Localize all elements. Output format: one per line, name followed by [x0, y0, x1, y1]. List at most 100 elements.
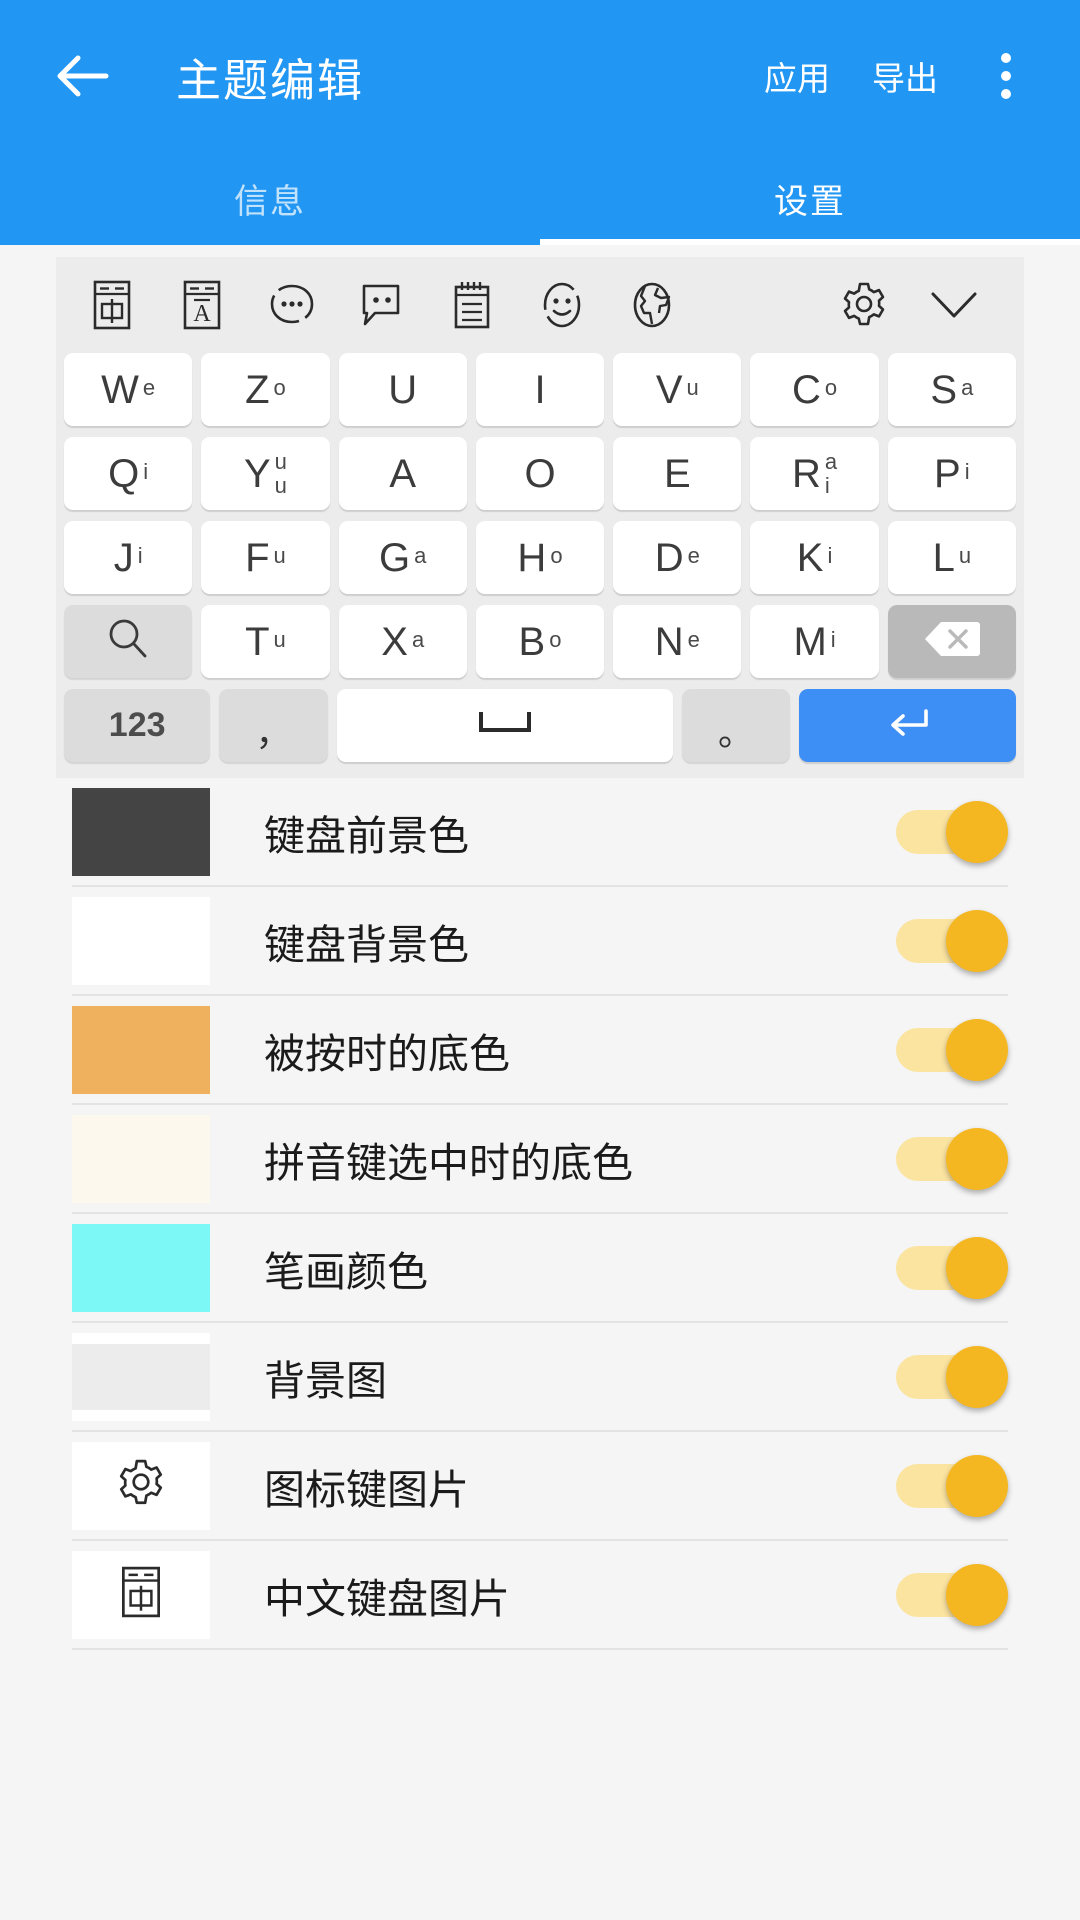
tab-settings[interactable]: 设置 [540, 152, 1080, 245]
key-r[interactable]: R a i [750, 437, 879, 510]
key-q[interactable]: Q i [64, 437, 193, 510]
globe-icon[interactable] [614, 267, 690, 343]
back-button[interactable] [36, 30, 128, 122]
toggle-switch[interactable] [896, 1018, 1008, 1081]
numeric-key[interactable]: 123 [64, 689, 211, 762]
toggle-switch[interactable] [896, 1236, 1008, 1299]
toggle-switch[interactable] [896, 1563, 1008, 1626]
gear-icon[interactable] [826, 267, 902, 343]
export-button[interactable]: 导出 [858, 42, 952, 110]
key-w[interactable]: W e [64, 353, 193, 426]
key-s[interactable]: S a [887, 353, 1016, 426]
gear-icon [115, 1457, 167, 1514]
toggle-switch[interactable] [896, 1127, 1008, 1190]
key-l[interactable]: L u [887, 521, 1016, 594]
setting-row-pressed-background[interactable]: 被按时的底色 [72, 996, 1008, 1105]
period-key[interactable]: 。 [681, 689, 791, 762]
tab-bar: 信息 设置 [0, 152, 1080, 245]
key-e[interactable]: E [613, 437, 742, 510]
setting-row-keyboard-background[interactable]: 键盘背景色 [72, 887, 1008, 996]
key-v[interactable]: V u [613, 353, 742, 426]
space-key[interactable] [336, 689, 673, 762]
key-hint: i [827, 542, 833, 568]
key-hint: o [824, 374, 838, 400]
key-u[interactable]: U [338, 353, 467, 426]
setting-row-chinese-keyboard-image[interactable]: 中文键盘图片 [72, 1541, 1008, 1650]
color-swatch[interactable] [72, 1005, 210, 1094]
key-label: E [663, 451, 691, 496]
icon-key-image-preview[interactable] [72, 1441, 210, 1530]
key-label: H [517, 535, 547, 580]
speech-bubble-icon[interactable] [344, 267, 420, 343]
setting-row-keyboard-foreground[interactable]: 键盘前景色 [72, 778, 1008, 887]
color-swatch[interactable] [72, 1223, 210, 1312]
clipboard-icon[interactable] [434, 267, 510, 343]
key-hint: u [273, 542, 286, 568]
background-image-preview[interactable] [72, 1332, 210, 1421]
key-label: V [655, 367, 683, 412]
toggle-switch[interactable] [896, 909, 1008, 972]
toggle-knob [946, 1454, 1008, 1517]
color-swatch[interactable] [72, 787, 210, 876]
key-label: Y [243, 451, 271, 496]
toggle-knob [946, 909, 1008, 972]
keyboard-row-3: J i F u G a H o D e K i L u [56, 521, 1024, 605]
key-g[interactable]: G a [338, 521, 467, 594]
setting-label: 被按时的底色 [264, 1030, 510, 1077]
chevron-down-icon[interactable] [916, 267, 992, 343]
setting-row-pinyin-selected-background[interactable]: 拼音键选中时的底色 [72, 1105, 1008, 1214]
apply-button[interactable]: 应用 [750, 42, 844, 110]
key-hint: u [274, 449, 287, 475]
setting-row-stroke-color[interactable]: 笔画颜色 [72, 1214, 1008, 1323]
chinese-input-icon[interactable] [74, 267, 150, 343]
search-key[interactable] [64, 605, 193, 678]
setting-label: 键盘背景色 [264, 921, 469, 968]
key-z[interactable]: Z o [201, 353, 330, 426]
key-label: A [389, 451, 417, 496]
latin-input-icon[interactable]: A [164, 267, 240, 343]
key-k[interactable]: K i [750, 521, 879, 594]
key-t[interactable]: T u [201, 605, 330, 678]
key-hint: o [273, 374, 286, 400]
key-label: S [930, 367, 958, 412]
key-label: N [654, 619, 684, 664]
overflow-menu-button[interactable] [968, 30, 1044, 122]
key-d[interactable]: D e [613, 521, 742, 594]
color-swatch[interactable] [72, 1114, 210, 1203]
setting-row-icon-key-image[interactable]: 图标键图片 [72, 1432, 1008, 1541]
key-f[interactable]: F u [201, 521, 330, 594]
setting-label: 中文键盘图片 [264, 1575, 510, 1622]
candidate-bubble-icon[interactable] [254, 267, 330, 343]
enter-key[interactable] [799, 689, 1017, 762]
key-c[interactable]: C o [750, 353, 879, 426]
comma-key[interactable]: ， [219, 689, 328, 762]
toggle-knob [946, 800, 1008, 863]
color-swatch[interactable] [72, 896, 210, 985]
key-a[interactable]: A [338, 437, 467, 510]
key-j[interactable]: J i [64, 521, 193, 594]
key-label: Z [245, 367, 270, 412]
key-hint: o [549, 626, 562, 652]
key-h[interactable]: H o [475, 521, 605, 594]
key-label: Q [108, 451, 140, 496]
key-b[interactable]: B o [475, 605, 605, 678]
toggle-switch[interactable] [896, 1345, 1008, 1408]
key-hint: e [687, 542, 700, 568]
key-m[interactable]: M i [750, 605, 879, 678]
period-key-label: 。 [717, 712, 755, 753]
tab-info[interactable]: 信息 [0, 152, 540, 245]
toggle-switch[interactable] [896, 800, 1008, 863]
setting-row-background-image[interactable]: 背景图 [72, 1323, 1008, 1432]
chinese-keyboard-image-preview[interactable] [72, 1550, 210, 1639]
key-p[interactable]: P i [887, 437, 1016, 510]
emoji-icon[interactable] [524, 267, 600, 343]
key-i[interactable]: I [475, 353, 605, 426]
toggle-switch[interactable] [896, 1454, 1008, 1517]
key-o[interactable]: O [475, 437, 605, 510]
key-hint: a [961, 374, 974, 400]
key-label: M [793, 619, 827, 664]
key-x[interactable]: X a [338, 605, 467, 678]
backspace-key[interactable] [887, 605, 1016, 678]
key-n[interactable]: N e [613, 605, 742, 678]
key-y[interactable]: Y u u [201, 437, 330, 510]
